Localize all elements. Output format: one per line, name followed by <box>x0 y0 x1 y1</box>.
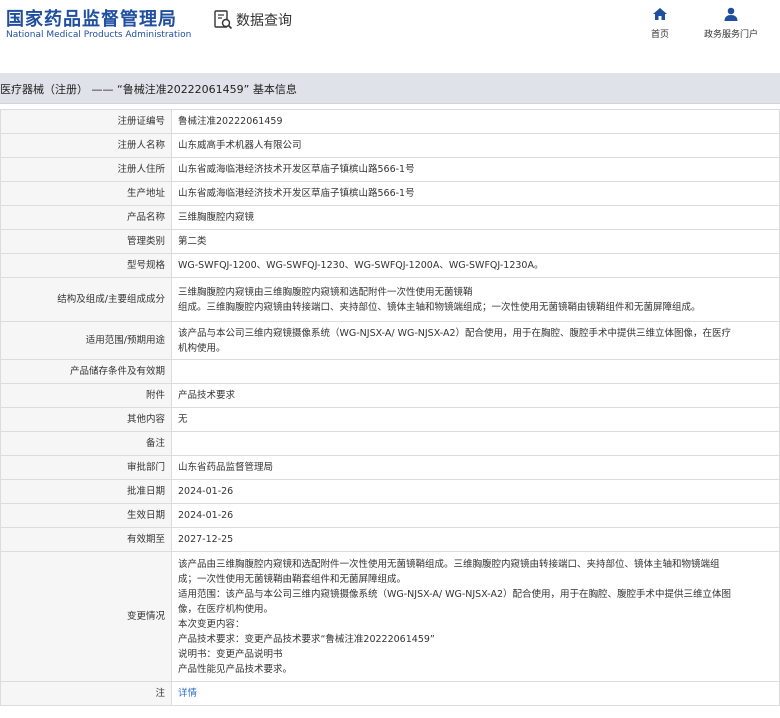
user-icon <box>724 7 738 21</box>
info-row: 管理类别 第二类 <box>0 229 780 254</box>
field-value-line: 适用范围：该产品与本公司三维内窥镜摄像系统（WG-NJSX-A/ WG-NJSX… <box>178 588 732 600</box>
field-value: 该产品由三维胸腹腔内窥镜和选配附件一次性使用无菌镜鞘组成。三维胸腹腔内窥镜由转接… <box>171 551 780 682</box>
info-row: 注册人名称 山东威高手术机器人有限公司 <box>0 133 780 158</box>
field-label: 生产地址 <box>0 181 172 206</box>
field-value: 三维胸腹腔内窥镜由三维胸腹腔内窥镜和选配附件一次性使用无菌镜鞘组成。三维胸腹腔内… <box>171 277 780 322</box>
info-row: 其他内容无 <box>0 407 780 432</box>
info-row: 适用范围/预期用途 该产品与本公司三维内窥镜摄像系统（WG-NJSX-A/ WG-… <box>0 321 780 360</box>
field-value-line: 三维胸腹腔内窥镜由三维胸腹腔内窥镜和选配附件一次性使用无菌镜鞘 <box>178 286 473 298</box>
field-label: 注册人名称 <box>0 133 172 158</box>
field-value-line: 组成。三维胸腹腔内窥镜由转接端口、夹持部位、镜体主轴和物镜端组成；一次性使用无菌… <box>178 301 701 313</box>
info-row: 生效日期 2024-01-26 <box>0 503 780 528</box>
field-value-line: 说明书：变更产品说明书 <box>178 648 283 660</box>
field-value-line: 像，在医疗机构使用。 <box>178 603 274 615</box>
nav-home-label: 首页 <box>650 30 669 40</box>
info-row: 有效期至 2027-12-25 <box>0 527 780 552</box>
field-label: 审批部门 <box>0 455 172 480</box>
info-row: 产品储存条件及有效期 <box>0 359 780 384</box>
info-row: 型号规格 WG-SWFQJ-1200、WG-SWFQJ-1230、WG-SWFQJ… <box>0 253 780 278</box>
info-row: 注册人住所 山东省威海临港经济技术开发区草庙子镇槟山路566-1号 <box>0 157 780 182</box>
field-value-line: 产品性能见产品技术要求。 <box>178 663 293 675</box>
info-row: 附件 产品技术要求 <box>0 383 780 408</box>
field-value: 2027-12-25 <box>171 527 780 552</box>
field-value: 2024-01-26 <box>171 503 780 528</box>
field-label: 其他内容 <box>0 407 172 432</box>
field-label: 注册人住所 <box>0 157 172 182</box>
info-row: 批准日期 2024-01-26 <box>0 479 780 504</box>
registration-info-table: 注册证编号 鲁械注准20222061459 注册人名称 山东威高手术机器人有限公司 注册… <box>0 109 780 706</box>
field-label: 有效期至 <box>0 527 172 552</box>
site-logo-chinese[interactable]: 国家药品监督管理局 <box>6 5 177 31</box>
nav-home[interactable]: 首页 <box>630 6 690 40</box>
info-row: 产品名称 三维胸腹腔内窥镜 <box>0 205 780 230</box>
field-label: 适用范围/预期用途 <box>0 321 172 360</box>
field-value: 无 <box>171 407 780 432</box>
field-label: 产品储存条件及有效期 <box>0 359 172 384</box>
info-row: 注册证编号 鲁械注准20222061459 <box>0 109 780 134</box>
field-value: 山东省威海临港经济技术开发区草庙子镇槟山路566-1号 <box>171 181 780 206</box>
site-header: 国家药品监督管理局 National Medical Products Admi… <box>0 0 780 60</box>
field-label: 附件 <box>0 383 172 408</box>
field-value: 三维胸腹腔内窥镜 <box>171 205 780 230</box>
field-label: 产品名称 <box>0 205 172 230</box>
field-label: 注 <box>0 681 172 706</box>
field-label: 型号规格 <box>0 253 172 278</box>
field-value: 山东威高手术机器人有限公司 <box>171 133 780 158</box>
field-label: 注册证编号 <box>0 109 172 134</box>
details-link[interactable]: 详情 <box>178 688 197 699</box>
field-value-line: 产品技术要求：变更产品技术要求“鲁械注准20222061459” <box>178 633 435 645</box>
nav-service-portal-label: 政务服务门户 <box>703 30 758 40</box>
field-label: 备注 <box>0 431 172 456</box>
field-label: 管理类别 <box>0 229 172 254</box>
info-row: 审批部门 山东省药品监督管理局 <box>0 455 780 480</box>
detail-title: 医疗器械（注册） —— “鲁械注准20222061459” 基本信息 <box>0 83 297 96</box>
field-value: 鲁械注准20222061459 <box>171 109 780 134</box>
field-label: 批准日期 <box>0 479 172 504</box>
field-value <box>171 431 780 456</box>
data-query-label: 数据查询 <box>236 13 292 29</box>
field-value: 该产品与本公司三维内窥镜摄像系统（WG-NJSX-A/ WG-NJSX-A2）配… <box>171 321 780 360</box>
field-value: 产品技术要求 <box>171 383 780 408</box>
nav-service-portal[interactable]: 政务服务门户 <box>701 6 761 40</box>
field-value <box>171 359 780 384</box>
field-value: 山东省威海临港经济技术开发区草庙子镇槟山路566-1号 <box>171 157 780 182</box>
field-value-line: 该产品由三维胸腹腔内窥镜和选配附件一次性使用无菌镜鞘组成。三维胸腹腔内窥镜由转接… <box>178 558 720 570</box>
field-value-line: 本次变更内容： <box>178 618 245 630</box>
field-value: 第二类 <box>171 229 780 254</box>
field-value-line: 成；一次性使用无菌镜鞘由鞘套组件和无菌屏障组成。 <box>178 573 407 585</box>
info-row: 生产地址 山东省威海临港经济技术开发区草庙子镇槟山路566-1号 <box>0 181 780 206</box>
field-value-line: 机构使用。 <box>178 342 226 354</box>
home-icon <box>653 8 667 20</box>
field-value: 2024-01-26 <box>171 479 780 504</box>
info-row: 结构及组成/主要组成成分 三维胸腹腔内窥镜由三维胸腹腔内窥镜和选配附件一次性使用无… <box>0 277 780 322</box>
field-label: 生效日期 <box>0 503 172 528</box>
field-label: 变更情况 <box>0 551 172 682</box>
field-value: WG-SWFQJ-1200、WG-SWFQJ-1230、WG-SWFQJ-120… <box>171 253 780 278</box>
search-document-icon <box>214 10 233 30</box>
field-value: 山东省药品监督管理局 <box>171 455 780 480</box>
field-label: 结构及组成/主要组成成分 <box>0 277 172 322</box>
info-row: 备注 <box>0 431 780 456</box>
site-logo-english[interactable]: National Medical Products Administration <box>6 30 191 40</box>
field-value: 详情 <box>171 681 780 706</box>
info-row: 注详情 <box>0 681 780 706</box>
data-query-link[interactable]: 数据查询 <box>212 8 292 32</box>
info-row: 变更情况 该产品由三维胸腹腔内窥镜和选配附件一次性使用无菌镜鞘组成。三维胸腹腔内窥… <box>0 551 780 682</box>
field-value-line: 该产品与本公司三维内窥镜摄像系统（WG-NJSX-A/ WG-NJSX-A2）配… <box>178 327 732 339</box>
detail-title-bar: 医疗器械（注册） —— “鲁械注准20222061459” 基本信息 <box>0 73 780 104</box>
